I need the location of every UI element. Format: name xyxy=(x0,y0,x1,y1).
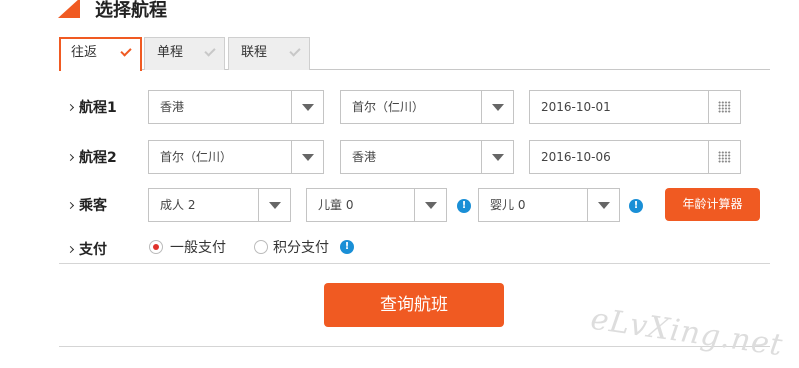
dropdown-button[interactable] xyxy=(291,141,323,173)
child-info-icon[interactable]: ! xyxy=(457,199,471,213)
tab-round-trip[interactable]: 往返 xyxy=(59,37,142,71)
dropdown-button[interactable] xyxy=(414,189,446,221)
payment-normal-label[interactable]: 一般支付 xyxy=(170,237,226,257)
select-value: 香港 xyxy=(352,150,377,164)
chevron-right-icon xyxy=(66,201,75,210)
dropdown-button[interactable] xyxy=(291,91,323,123)
infant-count-select[interactable]: 婴儿 0 xyxy=(478,188,620,222)
payment-points-radio[interactable] xyxy=(254,240,268,254)
check-icon xyxy=(204,45,216,57)
caret-down-icon xyxy=(269,202,281,209)
infant-info-icon[interactable]: ! xyxy=(629,199,643,213)
select-value: 成人 2 xyxy=(160,198,196,212)
payment-normal-radio[interactable] xyxy=(149,240,163,254)
caret-down-icon xyxy=(492,154,504,161)
caret-down-icon xyxy=(302,104,314,111)
passengers-label: 乘客 xyxy=(66,195,107,215)
passengers-label-text: 乘客 xyxy=(79,198,107,214)
tab-multi-city[interactable]: 联程 xyxy=(228,37,310,70)
chevron-right-icon xyxy=(66,103,75,112)
select-value: 香港 xyxy=(160,100,185,114)
caret-down-icon xyxy=(492,104,504,111)
calendar-button[interactable] xyxy=(708,141,740,173)
select-value: 婴儿 0 xyxy=(490,198,526,212)
age-calculator-button[interactable]: 年龄计算器 xyxy=(665,188,760,221)
section-title: 选择航程 xyxy=(95,0,167,21)
caret-down-icon xyxy=(302,154,314,161)
dropdown-button[interactable] xyxy=(258,189,290,221)
tab-label: 往返 xyxy=(71,45,98,60)
check-icon xyxy=(289,45,301,57)
payment-label-text: 支付 xyxy=(79,242,107,258)
segment-2-date-field[interactable]: 2016-10-06 xyxy=(529,140,741,174)
tab-label: 单程 xyxy=(157,45,184,60)
child-count-select[interactable]: 儿童 0 xyxy=(306,188,447,222)
divider xyxy=(59,263,770,264)
dropdown-button[interactable] xyxy=(481,141,513,173)
segment-1-to-select[interactable]: 首尔（仁川） xyxy=(340,90,514,124)
watermark: eLvXing.net xyxy=(588,301,786,364)
segment-1-date-field[interactable]: 2016-10-01 xyxy=(529,90,741,124)
segment-1-label: 航程1 xyxy=(66,97,117,117)
segment-1-from-select[interactable]: 香港 xyxy=(148,90,324,124)
flag-icon xyxy=(58,0,80,18)
trip-type-tabs: 往返 单程 联程 xyxy=(59,37,770,71)
payment-info-icon[interactable]: ! xyxy=(340,240,354,254)
segment-1-label-text: 航程1 xyxy=(79,100,117,116)
segment-2-to-select[interactable]: 香港 xyxy=(340,140,514,174)
tab-label: 联程 xyxy=(241,45,268,60)
segment-2-label-text: 航程2 xyxy=(79,150,117,166)
search-flights-button[interactable]: 查询航班 xyxy=(324,283,504,327)
segment-2-from-select[interactable]: 首尔（仁川） xyxy=(148,140,324,174)
payment-label: 支付 xyxy=(66,239,107,259)
dropdown-button[interactable] xyxy=(587,189,619,221)
tab-one-way[interactable]: 单程 xyxy=(144,37,225,70)
chevron-right-icon xyxy=(66,245,75,254)
date-value: 2016-10-06 xyxy=(541,150,611,164)
select-value: 儿童 0 xyxy=(318,198,354,212)
payment-points-label[interactable]: 积分支付 xyxy=(273,237,329,257)
select-value: 首尔（仁川） xyxy=(160,150,233,164)
caret-down-icon xyxy=(598,202,610,209)
check-icon xyxy=(120,45,132,57)
caret-down-icon xyxy=(425,202,437,209)
chevron-right-icon xyxy=(66,153,75,162)
segment-2-label: 航程2 xyxy=(66,147,117,167)
select-value: 首尔（仁川） xyxy=(352,100,425,114)
calendar-icon xyxy=(718,101,731,113)
calendar-button[interactable] xyxy=(708,91,740,123)
date-value: 2016-10-01 xyxy=(541,100,611,114)
adult-count-select[interactable]: 成人 2 xyxy=(148,188,291,222)
calendar-icon xyxy=(718,151,731,163)
dropdown-button[interactable] xyxy=(481,91,513,123)
